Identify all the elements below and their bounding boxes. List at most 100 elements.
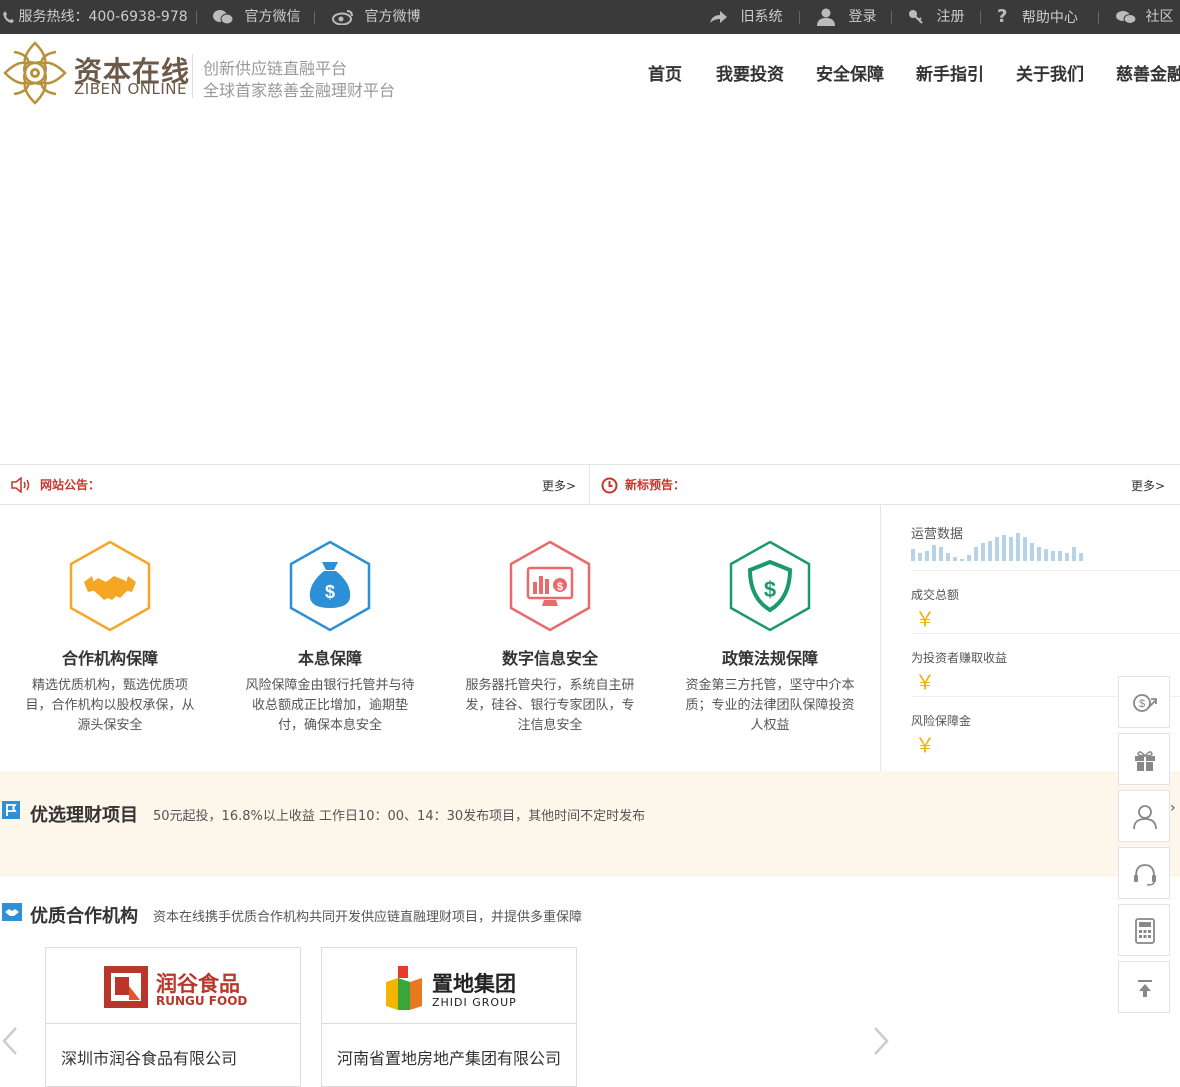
nav-about-us[interactable]: 关于我们 — [1016, 60, 1084, 85]
new-project-preview-bar: 新标预告： 更多> — [590, 464, 1180, 505]
hotline-text: 服务热线：400-6938-978 — [18, 9, 188, 25]
help-link[interactable]: ? 帮助中心 — [997, 0, 1078, 34]
side-tool-gift[interactable] — [1118, 733, 1170, 785]
total-deal-value: ￥ — [915, 607, 935, 631]
carousel-next-icon[interactable] — [873, 1026, 889, 1056]
money-bag-icon: $ — [289, 540, 371, 632]
key-icon — [909, 10, 923, 24]
feature-desc: 风险保障金由银行托管并与待收总额成正比增加，逾期垫付，确保本息安全 — [245, 678, 415, 733]
help-label: 帮助中心 — [1021, 10, 1078, 26]
handshake-icon — [69, 540, 151, 632]
flag-icon — [2, 801, 20, 819]
wechat-label: 官方微信 — [244, 9, 301, 25]
products-title: 优选理财项目 — [30, 805, 138, 826]
svg-text:$: $ — [1139, 698, 1145, 710]
earned-label: 为投资者赚取收益 — [911, 651, 1008, 665]
question-icon: ? — [997, 6, 1008, 27]
side-tool-withdraw[interactable]: $ — [1118, 676, 1170, 728]
side-tool-customer-service[interactable] — [1118, 847, 1170, 899]
risk-fund-value: ￥ — [915, 733, 935, 757]
partners-title: 优质合作机构 — [30, 906, 138, 927]
calculator-icon — [1135, 918, 1155, 944]
risk-fund-label: 风险保障金 — [911, 714, 972, 728]
feature-desc: 精选优质机构，甄选优质项目，合作机构以股权承保，从源头保安全 — [25, 678, 195, 733]
shield-dollar-icon: $ — [729, 540, 811, 632]
top-bar: 服务热线：400-6938-978 官方微信 官方微博 旧系统 登录 注册 ? … — [0, 0, 1180, 34]
slogan-line-1: 创新供应链直融平台 — [203, 59, 348, 78]
banner-area — [0, 114, 1180, 464]
partners-subtitle: 资本在线携手优质合作机构共同开发供应链直融理财项目，并提供多重保障 — [153, 910, 583, 925]
carousel-prev-icon[interactable] — [2, 1026, 18, 1056]
brand-divider — [192, 54, 193, 98]
weibo-link[interactable]: 官方微博 — [332, 0, 420, 34]
register-label: 注册 — [936, 9, 965, 25]
community-link[interactable]: 社区 — [1115, 0, 1173, 34]
login-label: 登录 — [848, 9, 877, 25]
feature-title: 本息保障 — [297, 649, 362, 668]
feature-title: 政策法规保障 — [721, 649, 818, 668]
old-system-link[interactable]: 旧系统 — [708, 0, 782, 34]
hotline: 服务热线：400-6938-978 — [2, 0, 188, 34]
new-project-label: 新标预告： — [625, 478, 686, 492]
money-transfer-icon: $ — [1133, 694, 1157, 712]
nav-home[interactable]: 首页 — [648, 60, 682, 85]
nav-invest[interactable]: 我要投资 — [716, 60, 784, 85]
partner-logo: 置地集团 ZHIDI GROUP — [322, 948, 576, 1024]
operation-stats-panel: 运营数据 成交总额 ￥ 为投资者赚取收益 ￥ 风险保障金 ￥ — [880, 505, 1180, 771]
speaker-icon — [11, 477, 30, 493]
brand-name-en: ZIBEN ONLINE — [74, 80, 187, 98]
handshake-small-icon — [2, 903, 22, 921]
monitor-chart-icon: $ — [509, 540, 591, 632]
site-announcement-bar: 网站公告： 更多> — [0, 464, 590, 505]
wechat-link[interactable]: 官方微信 — [212, 0, 300, 34]
preferred-products-section: 优选理财项目 50元起投，16.8%以上收益 工作日10：00、14：30发布项… — [0, 771, 1180, 877]
partner-card[interactable]: 置地集团 ZHIDI GROUP 河南省置地房地产集团有限公司 — [321, 947, 577, 1087]
feature-desc: 资金第三方托管，坚守中介本质；专业的法律团队保障投资人权益 — [685, 678, 855, 733]
side-tool-account[interactable] — [1118, 790, 1170, 842]
weibo-icon — [332, 10, 353, 26]
side-tool-back-to-top[interactable] — [1118, 961, 1170, 1013]
svg-text:$: $ — [764, 577, 776, 602]
register-link[interactable]: 注册 — [908, 0, 964, 34]
slogan-line-2: 全球首家慈善金融理财平台 — [203, 81, 396, 100]
login-link[interactable]: 登录 — [816, 0, 876, 34]
share-arrow-icon — [710, 11, 727, 23]
nav-security[interactable]: 安全保障 — [816, 60, 884, 85]
old-system-label: 旧系统 — [740, 9, 783, 25]
nav-charity-finance[interactable]: 慈善金融 — [1116, 60, 1180, 85]
earned-value: ￥ — [915, 670, 935, 694]
feature-title: 合作机构保障 — [61, 649, 158, 668]
partner-logo-cn: 置地集团 — [432, 972, 516, 996]
headset-icon — [1134, 864, 1156, 886]
svg-text:$: $ — [557, 581, 563, 593]
nav-beginner-guide[interactable]: 新手指引 — [916, 60, 984, 85]
feature-title: 数字信息安全 — [501, 649, 598, 668]
site-announcement-label: 网站公告： — [40, 478, 101, 492]
svg-text:$: $ — [325, 582, 335, 602]
side-tool-calculator[interactable] — [1118, 904, 1170, 956]
zhidi-logo-icon — [386, 966, 422, 1010]
partner-logo-en: ZHIDI GROUP — [432, 996, 517, 1009]
gift-icon — [1135, 751, 1155, 771]
back-to-top-icon — [1138, 980, 1152, 997]
total-deal-label: 成交总额 — [911, 588, 960, 602]
user-icon — [817, 8, 835, 26]
site-header: 资本在线 ZIBEN ONLINE 创新供应链直融平台 全球首家慈善金融理财平台… — [0, 34, 1180, 114]
user-outline-icon — [1133, 805, 1157, 830]
wechat-icon — [213, 10, 234, 25]
community-label: 社区 — [1145, 9, 1174, 25]
lotus-logo-icon[interactable] — [2, 40, 68, 106]
products-subtitle: 50元起投，16.8%以上收益 工作日10：00、14：30发布项目，其他时间不… — [153, 809, 646, 824]
bar-sparkline-icon — [911, 533, 1083, 561]
feature-desc: 服务器托管央行，系统自主研发，硅谷、银行专家团队，专注信息安全 — [465, 678, 635, 733]
partner-name: 河南省置地房地产集团有限公司 — [337, 1049, 562, 1068]
announcement-more-link[interactable]: 更多> — [542, 477, 576, 494]
weibo-label: 官方微博 — [364, 9, 421, 25]
partner-name: 深圳市润谷食品有限公司 — [61, 1049, 238, 1068]
chevron-right-icon[interactable]: › — [1170, 800, 1176, 816]
new-project-more-link[interactable]: 更多> — [1131, 477, 1165, 494]
clock-icon — [601, 477, 618, 494]
phone-icon — [3, 11, 14, 23]
partner-logo: 润谷食品 RUNGU FOOD — [46, 948, 300, 1024]
partner-card[interactable]: 润谷食品 RUNGU FOOD 深圳市润谷食品有限公司 — [45, 947, 301, 1087]
